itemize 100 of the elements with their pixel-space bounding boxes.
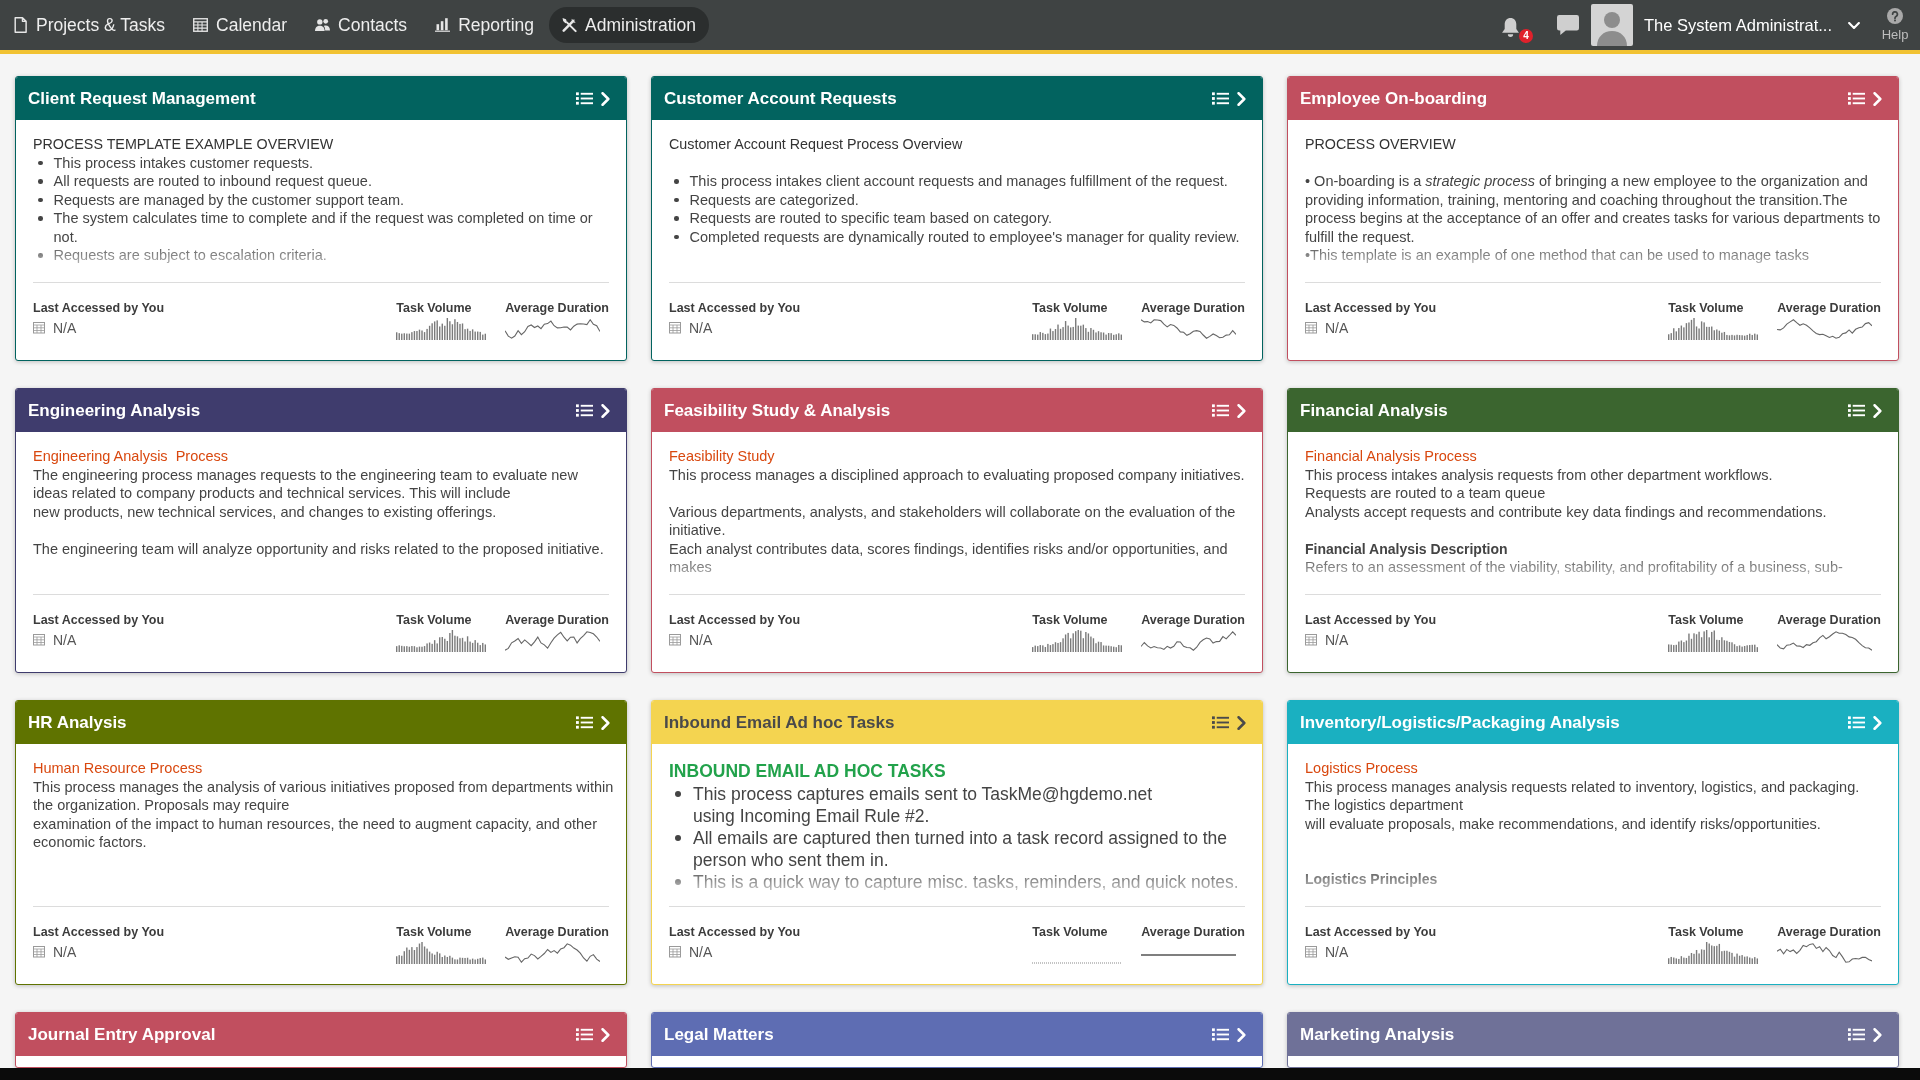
last-accessed-value: N/A — [1325, 631, 1349, 649]
list-icon[interactable] — [1212, 404, 1229, 417]
last-accessed-value: N/A — [53, 943, 77, 961]
last-accessed-value: N/A — [53, 631, 77, 649]
last-accessed-value: N/A — [689, 319, 713, 337]
help-icon — [1887, 8, 1903, 24]
list-icon[interactable] — [576, 716, 593, 729]
calendar-icon — [33, 634, 45, 646]
average-duration-label: Average Duration — [1141, 613, 1245, 628]
bullet-icon — [675, 879, 681, 885]
bell-icon[interactable] — [1502, 17, 1519, 37]
average-duration-label: Average Duration — [1777, 925, 1881, 940]
bullet-icon — [38, 216, 43, 221]
user-menu-button[interactable]: The System Administrat... — [1644, 15, 1860, 35]
list-item-text: The system calculates time to complete and if the request was completed on time or not. — [53, 209, 594, 246]
task-volume-label: Task Volume — [396, 301, 473, 316]
calendar-icon — [669, 946, 681, 958]
list-icon[interactable] — [576, 92, 593, 105]
list-item-text: This is a quick way to capture misc. tasks, reminders, and quick notes. — [693, 871, 1239, 893]
description-text: Various departments, analysts, and stakeholders will collaborate on the evaluation of the initiative. Each analyst contributes data, scores findings, identifies risks and/or opportunities, and makes — [669, 502, 1237, 577]
list-item-text: This process intakes customer requests. — [53, 153, 313, 172]
people-icon — [315, 17, 331, 33]
list-icon[interactable] — [1212, 1028, 1229, 1041]
bullet-icon — [675, 835, 681, 841]
process-title: Engineering Analysis Process — [33, 447, 230, 466]
list-item-text: All emails are captured then turned into a task record assigned to the person who sent them in. — [693, 827, 1229, 871]
list-item-text: All requests are routed to inbound request queue. — [53, 172, 372, 191]
list-icon[interactable] — [1848, 92, 1865, 105]
task-volume-label: Task Volume — [1668, 613, 1745, 628]
list-icon[interactable] — [1848, 404, 1865, 417]
average-duration-label: Average Duration — [505, 613, 609, 628]
list-icon[interactable] — [1212, 92, 1229, 105]
task-volume-label: Task Volume — [1032, 613, 1109, 628]
description-text: This process intakes analysis requests from other department workflows. Requests are routed to a team queue Analysts accept requests and contribute key data findings and recommendations. — [1305, 465, 1828, 521]
calendar-icon — [1305, 634, 1317, 646]
description-text: The engineering process manages requests to the engineering team to evaluate new ideas related to company products and technical services. This will include new products, new technical services, and changes to existing offerings. — [33, 465, 579, 521]
bullet-icon — [674, 197, 679, 202]
chevron-right-icon[interactable] — [1237, 715, 1246, 730]
section-subheading: Logistics Principles — [1305, 870, 1439, 889]
last-accessed-label: Last Accessed by You — [33, 613, 166, 628]
chat-bubble-icon[interactable] — [1557, 15, 1579, 35]
card-title: Financial Analysis — [1300, 400, 1448, 421]
nav-tab[interactable]: Calendar — [180, 7, 301, 43]
card-title: Employee On-boarding — [1300, 88, 1488, 109]
last-accessed-value: N/A — [1325, 319, 1349, 337]
calendar-icon — [669, 634, 681, 646]
bullet-icon — [674, 216, 679, 221]
list-item-text: Completed requests are dynamically routed to employee's manager for quality review. — [689, 227, 1240, 246]
list-item-text: Requests are managed by the customer support team. — [53, 190, 405, 209]
card-title: Engineering Analysis — [28, 400, 201, 421]
bullet-icon — [674, 179, 679, 184]
help-button[interactable]: Help — [1876, 8, 1914, 42]
description-text: This process manages analysis requests related to inventory, logistics, and packaging. The logistics department will evaluate proposals, make recommendations, and identify risks/opportunities. — [1305, 777, 1861, 833]
list-icon[interactable] — [1212, 716, 1229, 729]
card-title: Customer Account Requests — [664, 88, 897, 109]
card-title: Client Request Management — [28, 88, 256, 109]
description-text: Refers to an assessment of the viability, stability, and profitability of a business, sub- — [1305, 558, 1844, 577]
list-item-text: Requests are categorized. — [689, 190, 859, 209]
description-text: •This template is an example of one method that can be used to manage tasks — [1305, 246, 1810, 265]
chevron-down-icon — [1848, 21, 1860, 29]
calendar-icon — [193, 17, 209, 33]
list-item-text: This process captures emails sent to TaskMe@hgdemo.net using Incoming Email Rule #2. — [693, 783, 1153, 827]
description-text: This process manages the analysis of various initiatives proposed from departments within the organization. Proposals may require examination of the impact to human resources, the need to augment capacity, and other economic factors. — [33, 777, 614, 852]
description-text: This process manages a disciplined approach to evaluating proposed company initiatives. — [669, 465, 1246, 484]
calendar-icon — [669, 322, 681, 334]
average-duration-label: Average Duration — [1141, 925, 1245, 940]
average-duration-label: Average Duration — [1777, 613, 1881, 628]
document-icon — [13, 17, 28, 33]
card-title: Marketing Analysis — [1300, 1024, 1455, 1045]
section-heading: Customer Account Request Process Overview — [669, 135, 964, 154]
last-accessed-label: Last Accessed by You — [1305, 925, 1438, 940]
last-accessed-label: Last Accessed by You — [1305, 613, 1438, 628]
bullet-icon — [675, 791, 681, 797]
nav-tab[interactable]: Reporting — [422, 7, 547, 43]
list-item-text: Requests are subject to escalation criteria. — [53, 246, 327, 265]
bullet-icon — [38, 179, 43, 184]
nav-tab[interactable]: Administration — [549, 7, 709, 43]
description-text: • On-boarding is a strategic process of bringing a new employee to the organization and providing information, training, mentoring and coaching throughout the transition.The process begins at the acceptance of an offer and creates tasks for various departments to fulfill the request. — [1305, 172, 1882, 246]
list-item-text: Requests are routed to specific team based on category. — [689, 209, 1052, 228]
last-accessed-label: Last Accessed by You — [669, 613, 802, 628]
list-icon[interactable] — [576, 1028, 593, 1041]
task-volume-label: Task Volume — [1032, 301, 1109, 316]
nav-tab[interactable]: Contacts — [302, 7, 421, 43]
section-heading: PROCESS OVERVIEW — [1305, 135, 1457, 154]
card-title: HR Analysis — [28, 712, 127, 733]
card-title: Journal Entry Approval — [28, 1024, 216, 1045]
tools-icon — [562, 17, 577, 33]
bullet-icon — [38, 197, 43, 202]
description-text: The engineering team will analyze opportunity and risks related to the proposed initiative. — [33, 539, 605, 558]
list-icon[interactable] — [1848, 1028, 1865, 1041]
calendar-icon — [1305, 322, 1317, 334]
list-icon[interactable] — [576, 404, 593, 417]
average-duration-label: Average Duration — [1141, 301, 1245, 316]
list-item-text: This process intakes client account requests and manages fulfillment of the request. — [689, 172, 1228, 191]
last-accessed-value: N/A — [689, 943, 713, 961]
card-title: Inventory/Logistics/Packaging Analysis — [1300, 712, 1620, 733]
nav-tab[interactable]: Projects & Tasks — [0, 7, 179, 43]
calendar-icon — [33, 946, 45, 958]
task-volume-label: Task Volume — [396, 925, 473, 940]
card-title: Feasibility Study & Analysis — [664, 400, 891, 421]
